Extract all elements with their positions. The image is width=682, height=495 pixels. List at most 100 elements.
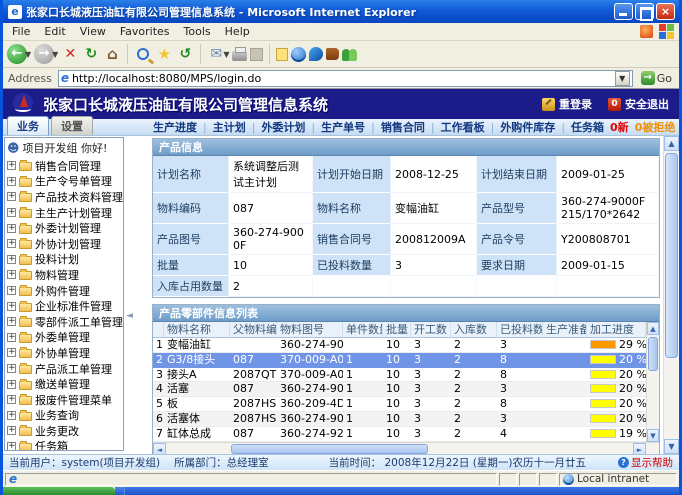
menu-file[interactable]: File [5, 24, 37, 39]
sidebar-item-缴送单管理[interactable]: +缴送单管理 [5, 376, 123, 392]
scroll-up-icon[interactable]: ▲ [647, 322, 659, 335]
scroll-left-icon[interactable]: ◄ [153, 443, 166, 454]
column-header[interactable]: 已投料数 [497, 322, 543, 338]
expand-icon[interactable]: + [7, 255, 16, 264]
print-icon[interactable] [232, 47, 247, 61]
tab-设置[interactable]: 设置 [51, 116, 93, 135]
sidebar-splitter[interactable]: ◄ [124, 136, 152, 454]
research-icon[interactable] [326, 48, 339, 60]
close-button[interactable]: × [656, 3, 675, 20]
expand-icon[interactable]: + [7, 364, 16, 373]
column-header[interactable]: 单件数量 [343, 322, 383, 338]
scroll-down-icon[interactable]: ▼ [647, 429, 659, 442]
sidebar-item-任务箱[interactable]: +任务箱 [5, 439, 123, 451]
maximize-button[interactable] [635, 3, 654, 20]
history-icon[interactable]: ↺ [176, 46, 194, 62]
expand-icon[interactable]: + [7, 208, 16, 217]
column-header[interactable]: 入库数 [451, 322, 497, 338]
column-header[interactable]: 生产准备 [543, 322, 587, 338]
windows-taskbar[interactable] [3, 487, 679, 495]
menu-view[interactable]: View [73, 24, 113, 39]
expand-icon[interactable]: + [7, 426, 16, 435]
back-icon[interactable]: ←▼ [7, 44, 31, 64]
scroll-right-icon[interactable]: ► [633, 443, 646, 454]
expand-icon[interactable]: + [7, 302, 16, 311]
expand-icon[interactable]: + [7, 395, 16, 404]
forward-icon[interactable]: →▼ [34, 44, 58, 64]
sidebar-item-投料计划[interactable]: +投料计划 [5, 252, 123, 268]
expand-icon[interactable]: + [7, 161, 16, 170]
expand-icon[interactable]: + [7, 333, 16, 342]
menu-help[interactable]: Help [218, 24, 257, 39]
tab-业务[interactable]: 业务 [7, 116, 49, 135]
expand-icon[interactable]: + [7, 442, 16, 451]
web-icon[interactable] [291, 47, 306, 62]
search-icon[interactable] [134, 48, 152, 60]
expand-icon[interactable]: + [7, 317, 16, 326]
parts-vscroll-thumb[interactable] [648, 337, 658, 371]
notes-icon[interactable] [276, 48, 288, 61]
nav-link-3[interactable]: 外委计划 [261, 119, 305, 135]
page-vscroll-thumb[interactable] [665, 153, 678, 358]
menu-favorites[interactable]: Favorites [113, 24, 177, 39]
nav-link-2[interactable]: 主计划 [213, 119, 246, 135]
column-header[interactable]: 物料图号 [277, 322, 343, 338]
column-header[interactable]: 加工进度 [587, 322, 646, 338]
sidebar-item-产品技术资料管理[interactable]: +产品技术资料管理 [5, 189, 123, 205]
column-header[interactable]: 物料名称 [164, 322, 230, 338]
sidebar-item-外委计划管理[interactable]: +外委计划管理 [5, 220, 123, 236]
table-row[interactable]: 6活塞体2087HS002360-274-9011W11032320 % [153, 412, 646, 427]
table-row[interactable]: 4活塞087360-274-9010F11032320 % [153, 382, 646, 397]
sidebar-item-企业标准件管理[interactable]: +企业标准件管理 [5, 298, 123, 314]
sidebar-item-外协计划管理[interactable]: +外协计划管理 [5, 236, 123, 252]
sidebar-item-业务更改[interactable]: +业务更改 [5, 423, 123, 439]
expand-icon[interactable]: + [7, 286, 16, 295]
sidebar-item-业务查询[interactable]: +业务查询 [5, 408, 123, 424]
parts-hscroll-thumb[interactable] [231, 444, 427, 454]
nav-link-5[interactable]: 销售合同 [381, 119, 425, 135]
sidebar-item-主生产计划管理[interactable]: +主生产计划管理 [5, 205, 123, 221]
refresh-icon[interactable]: ↻ [82, 46, 100, 62]
sidebar-item-产品派工单管理[interactable]: +产品派工单管理 [5, 361, 123, 377]
table-row[interactable]: 3接头A2087QT002370-009-A085011032820 % [153, 368, 646, 383]
expand-icon[interactable]: + [7, 411, 16, 420]
expand-icon[interactable]: + [7, 380, 16, 389]
parts-vertical-scrollbar[interactable]: ▲ ▼ [646, 322, 659, 442]
edit-icon[interactable] [250, 48, 263, 61]
favorites-icon[interactable]: ★ [155, 45, 173, 63]
nav-link-7[interactable]: 外购件库存 [500, 119, 555, 135]
sidebar-item-销售合同管理[interactable]: +销售合同管理 [5, 158, 123, 174]
expand-icon[interactable]: + [7, 192, 16, 201]
logout-link[interactable]: 0 安全退出 [608, 96, 669, 112]
expand-icon[interactable]: + [7, 177, 16, 186]
column-header[interactable]: 父物料编码 [230, 322, 277, 338]
sidebar-item-外委单管理[interactable]: +外委单管理 [5, 330, 123, 346]
page-vertical-scrollbar[interactable]: ▲ ▼ [663, 136, 679, 454]
home-icon[interactable]: ⌂ [103, 45, 121, 63]
sidebar-item-物料管理[interactable]: +物料管理 [5, 267, 123, 283]
nav-link-8[interactable]: 任务箱 [571, 119, 604, 135]
collapse-sidebar-icon[interactable]: ◄ [126, 311, 133, 321]
expand-icon[interactable]: + [7, 224, 16, 233]
relogin-link[interactable]: 重登录 [542, 96, 592, 112]
msn-icon[interactable] [309, 47, 323, 61]
menu-edit[interactable]: Edit [37, 24, 72, 39]
stop-icon[interactable]: ✕ [61, 46, 79, 62]
column-header[interactable]: 批量 [383, 322, 411, 338]
minimize-button[interactable] [614, 3, 633, 20]
sidebar-item-报废件管理菜单[interactable]: +报废件管理菜单 [5, 392, 123, 408]
start-button[interactable] [3, 487, 115, 495]
expand-icon[interactable]: + [7, 270, 16, 279]
column-header[interactable]: 开工数 [411, 322, 451, 338]
address-url[interactable]: http://localhost:8080/MPS/login.do [72, 72, 612, 85]
menu-tools[interactable]: Tools [177, 24, 218, 39]
table-row[interactable]: 1变幅油缸360-274-9000F1032329 % [153, 338, 646, 353]
nav-link-6[interactable]: 工作看板 [441, 119, 485, 135]
address-dropdown-button[interactable]: ▼ [615, 71, 630, 86]
column-header[interactable] [153, 322, 164, 338]
expand-icon[interactable]: + [7, 239, 16, 248]
sidebar-item-外购件管理[interactable]: +外购件管理 [5, 283, 123, 299]
go-button[interactable]: → Go [637, 69, 676, 87]
table-row[interactable]: 2G3/8接头087370-009-A084011032820 % [153, 353, 646, 368]
table-row[interactable]: 7缸体总成087360-274-9200F11032419 % [153, 427, 646, 442]
